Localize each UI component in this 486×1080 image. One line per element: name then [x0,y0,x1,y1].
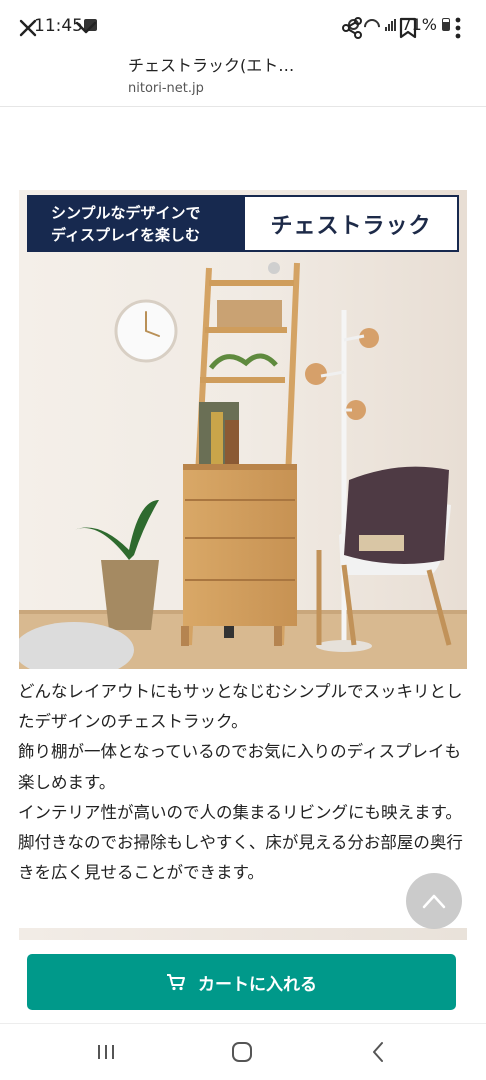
close-icon [19,19,37,37]
description-paragraph: 脚付きなのでお掃除もしやすく、床が見える分お部屋の奥行きを広く見せることができま… [18,833,463,883]
description-paragraph: 飾り棚が一体となっているのでお気に入りのディスプレイも楽しめます。 [18,742,462,792]
banner-tagline: シンプルなデザインで ディスプレイを楽しむ [27,195,243,252]
back-button[interactable] [358,1036,398,1068]
add-to-cart-button[interactable]: カートに入れる [27,954,456,1010]
more-options-button[interactable] [440,10,476,46]
more-vert-icon [455,17,461,39]
description-paragraph: どんなレイアウトにもサッとなじむシンプルでスッキリとしたデザインのチェストラック… [18,682,463,732]
add-to-cart-label: カートに入れる [198,974,317,995]
next-image-preview [19,928,467,940]
banner-product-name: チェストラック [243,195,459,252]
page-url[interactable]: nitori-net.jp [128,81,204,96]
share-icon [342,17,362,39]
back-icon [373,1042,383,1062]
page-title[interactable]: チェストラック(エト… [128,52,294,76]
banner-tagline-line1: シンプルなデザインで [51,203,201,222]
close-button[interactable] [10,10,46,46]
home-icon [232,1042,252,1062]
home-button[interactable] [222,1036,262,1068]
cart-icon [167,974,185,991]
recents-icon [98,1045,114,1059]
chevron-down-icon [75,21,97,34]
description-paragraph: インテリア性が高いので人の集まるリビングにも映えます。 [18,802,462,822]
product-image [19,190,467,669]
banner-tagline-line2: ディスプレイを楽しむ [51,225,200,244]
scroll-to-top-button[interactable] [406,873,462,929]
share-button[interactable] [334,10,370,46]
expand-button[interactable] [68,10,104,46]
bookmark-icon [399,17,417,39]
bookmark-button[interactable] [390,10,426,46]
recents-button[interactable] [86,1036,126,1068]
product-description: どんなレイアウトにもサッとなじむシンプルでスッキリとしたデザインのチェストラック… [18,677,470,888]
chevron-up-icon [422,894,446,909]
